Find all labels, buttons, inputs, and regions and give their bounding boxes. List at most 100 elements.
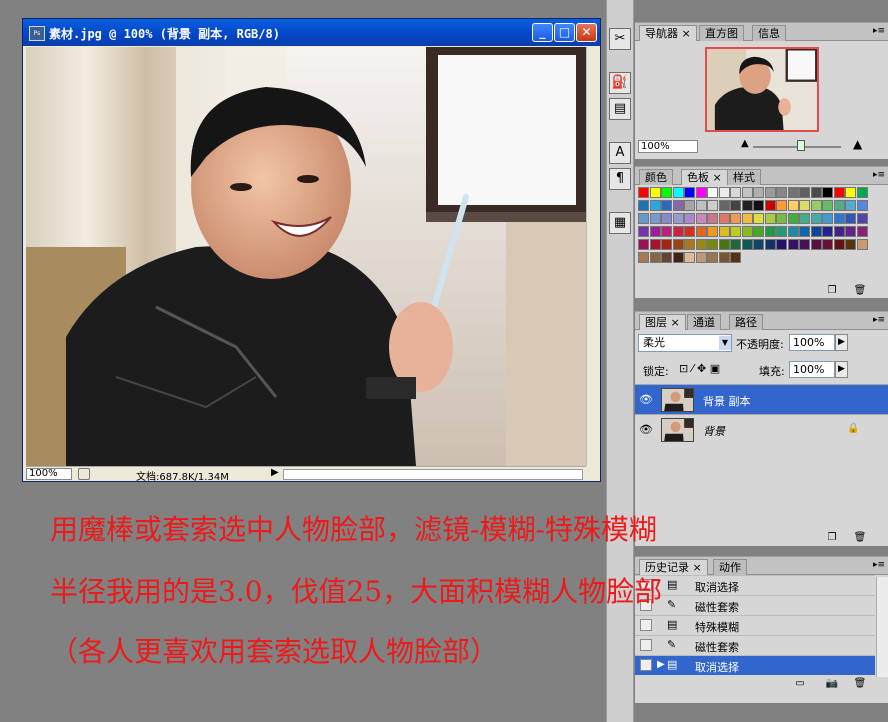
color-swatch[interactable] (776, 213, 787, 224)
tool-button-paragraph[interactable]: ¶ (609, 168, 631, 190)
color-swatch[interactable] (695, 200, 707, 211)
close-button[interactable]: ✕ (576, 23, 597, 42)
color-swatch[interactable] (638, 252, 649, 263)
color-swatch[interactable] (833, 226, 845, 237)
history-row[interactable]: ▤ 取消选择 (635, 575, 875, 595)
blend-mode-select[interactable]: 柔光 ▼ (638, 334, 732, 352)
color-swatch[interactable] (799, 200, 810, 211)
color-swatch[interactable] (649, 213, 661, 224)
color-swatch[interactable] (661, 213, 672, 224)
tab-channels[interactable]: 通道 (687, 314, 721, 330)
color-swatch[interactable] (822, 226, 833, 237)
color-swatch[interactable] (718, 252, 730, 263)
color-swatch[interactable] (730, 226, 741, 237)
fill-field[interactable]: 100% (789, 361, 835, 378)
maximize-button[interactable]: □ (554, 23, 575, 42)
color-swatch[interactable] (695, 239, 707, 250)
color-swatch[interactable] (672, 213, 684, 224)
color-swatch[interactable] (856, 239, 868, 250)
color-swatch[interactable] (649, 226, 661, 237)
color-swatch[interactable] (787, 239, 799, 250)
color-swatch[interactable] (833, 200, 845, 211)
history-scrollbar[interactable] (876, 577, 888, 677)
color-swatch[interactable] (753, 226, 764, 237)
color-swatch[interactable] (684, 200, 695, 211)
color-swatch[interactable] (730, 239, 741, 250)
tool-button-clone[interactable]: ▤ (609, 98, 631, 120)
color-swatch[interactable] (764, 239, 776, 250)
layer-row-background[interactable]: 👁 背景 🔒 (635, 414, 888, 444)
color-swatch[interactable] (741, 213, 753, 224)
color-swatch[interactable] (799, 239, 810, 250)
color-swatch[interactable] (684, 187, 695, 198)
color-swatch[interactable] (856, 187, 868, 198)
layer-row-background-copy[interactable]: 👁 背景 副本 (635, 384, 888, 414)
color-swatch[interactable] (695, 252, 707, 263)
opacity-arrow-icon[interactable]: ▶ (835, 334, 848, 351)
tab-info[interactable]: 信息 (752, 25, 786, 41)
color-swatch[interactable] (822, 213, 833, 224)
vertical-scrollbar[interactable] (586, 47, 600, 466)
color-swatch[interactable] (718, 213, 730, 224)
color-swatch[interactable] (787, 200, 799, 211)
history-source-checkbox[interactable] (640, 619, 652, 631)
color-swatch[interactable] (649, 187, 661, 198)
tool-button-crop[interactable]: ✂ (609, 28, 631, 50)
color-swatch[interactable] (822, 239, 833, 250)
color-swatch[interactable] (684, 213, 695, 224)
tab-color[interactable]: 颜色 (639, 169, 673, 185)
color-swatch[interactable] (787, 187, 799, 198)
history-source-checkbox[interactable] (640, 639, 652, 651)
tab-swatches[interactable]: 色板 × (681, 169, 728, 185)
color-swatch[interactable] (672, 252, 684, 263)
tool-button-layer-comps[interactable]: ▦ (609, 212, 631, 234)
eye-icon[interactable]: 👁 (639, 393, 653, 406)
color-swatch[interactable] (845, 213, 856, 224)
color-swatch[interactable] (649, 252, 661, 263)
navigator-zoom-slider-knob[interactable] (797, 140, 805, 151)
color-swatch[interactable] (764, 187, 776, 198)
tab-histogram[interactable]: 直方图 (699, 25, 744, 41)
color-swatch[interactable] (753, 187, 764, 198)
color-swatch[interactable] (638, 213, 649, 224)
color-swatch[interactable] (672, 226, 684, 237)
color-swatch[interactable] (661, 200, 672, 211)
horizontal-scrollbar[interactable] (283, 469, 583, 480)
color-swatch[interactable] (707, 213, 718, 224)
color-swatch[interactable] (707, 187, 718, 198)
delete-state-icon[interactable]: 🗑 (853, 678, 867, 690)
color-swatch[interactable] (649, 239, 661, 250)
color-swatch[interactable] (776, 200, 787, 211)
color-swatch[interactable] (695, 187, 707, 198)
color-swatch[interactable] (741, 239, 753, 250)
color-swatch[interactable] (856, 213, 868, 224)
color-swatch[interactable] (661, 187, 672, 198)
color-swatch[interactable] (776, 187, 787, 198)
color-swatch[interactable] (684, 226, 695, 237)
tab-styles[interactable]: 样式 (727, 169, 761, 185)
color-swatch[interactable] (707, 226, 718, 237)
color-swatch[interactable] (718, 239, 730, 250)
color-swatch[interactable] (638, 187, 649, 198)
lock-icons[interactable]: ⊡ ⁄ ✥ ▣ (679, 362, 720, 375)
history-row[interactable]: ▤ 特殊模糊 (635, 615, 875, 635)
color-swatch[interactable] (730, 252, 741, 263)
color-swatch[interactable] (649, 200, 661, 211)
color-swatch[interactable] (787, 226, 799, 237)
color-swatch[interactable] (707, 200, 718, 211)
color-swatch[interactable] (638, 226, 649, 237)
history-row[interactable]: ✎ 磁性套索 (635, 635, 875, 655)
color-swatch[interactable] (776, 226, 787, 237)
color-swatch[interactable] (810, 200, 822, 211)
tab-actions[interactable]: 动作 (713, 559, 747, 575)
color-swatch[interactable] (661, 252, 672, 263)
zoom-out-icon[interactable]: ▲ (741, 138, 749, 149)
tab-paths[interactable]: 路径 (729, 314, 763, 330)
color-swatch[interactable] (845, 200, 856, 211)
color-swatch[interactable] (856, 226, 868, 237)
color-swatch[interactable] (718, 226, 730, 237)
panel-menu-icon[interactable]: ▸≡ (873, 315, 885, 325)
color-swatch[interactable] (707, 252, 718, 263)
color-swatch[interactable] (718, 187, 730, 198)
color-swatch[interactable] (753, 200, 764, 211)
